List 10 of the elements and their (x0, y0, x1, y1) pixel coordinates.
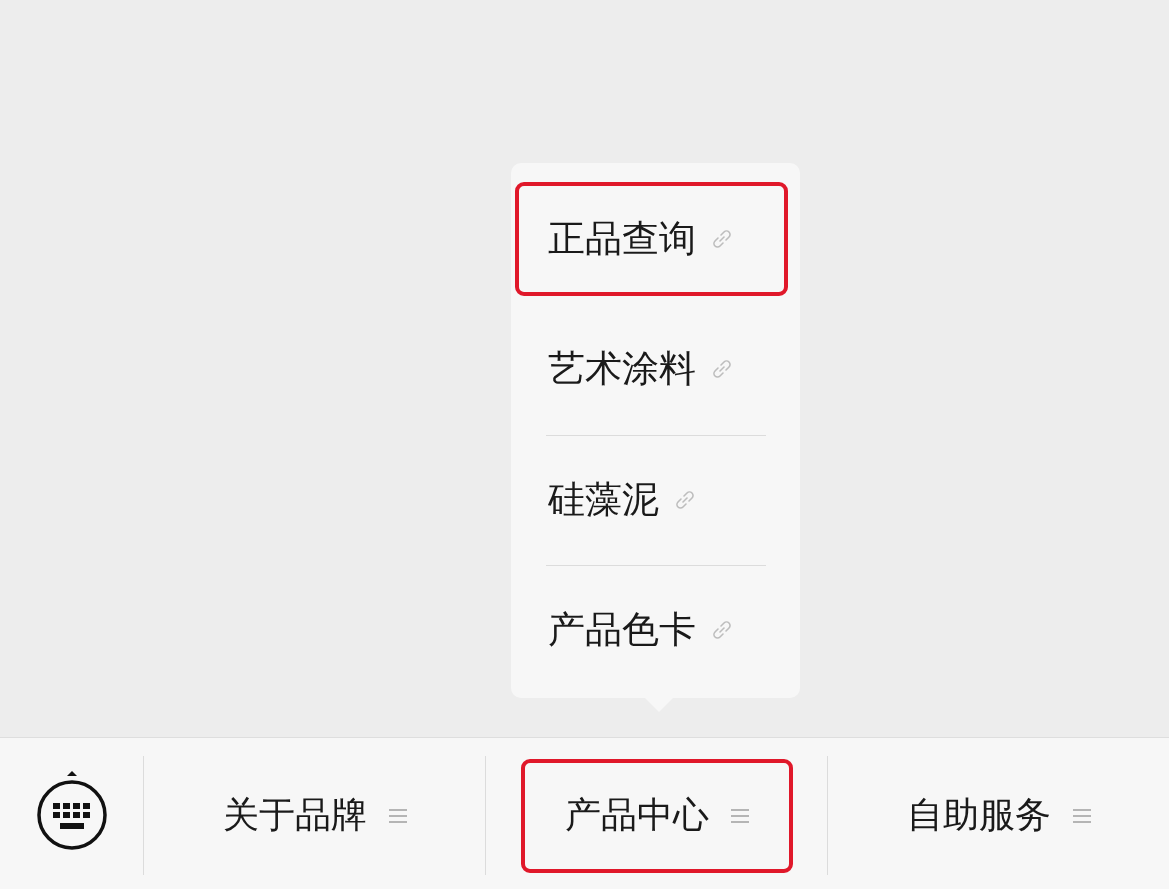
menu-tab[interactable]: 关于品牌 (178, 758, 451, 873)
menu-tab[interactable]: 自助服务 (862, 758, 1135, 873)
menu-icon (730, 806, 749, 825)
submenu-item[interactable]: 艺术涂料 (515, 312, 788, 427)
menu-tab[interactable]: 产品中心 (520, 758, 793, 873)
menu-icon (1072, 806, 1091, 825)
menu-icon (388, 806, 407, 825)
submenu-item[interactable]: 正品查询 (515, 182, 788, 297)
submenu-item[interactable]: 硅藻泥 (515, 442, 788, 557)
submenu-item[interactable]: 产品色卡 (515, 572, 788, 687)
